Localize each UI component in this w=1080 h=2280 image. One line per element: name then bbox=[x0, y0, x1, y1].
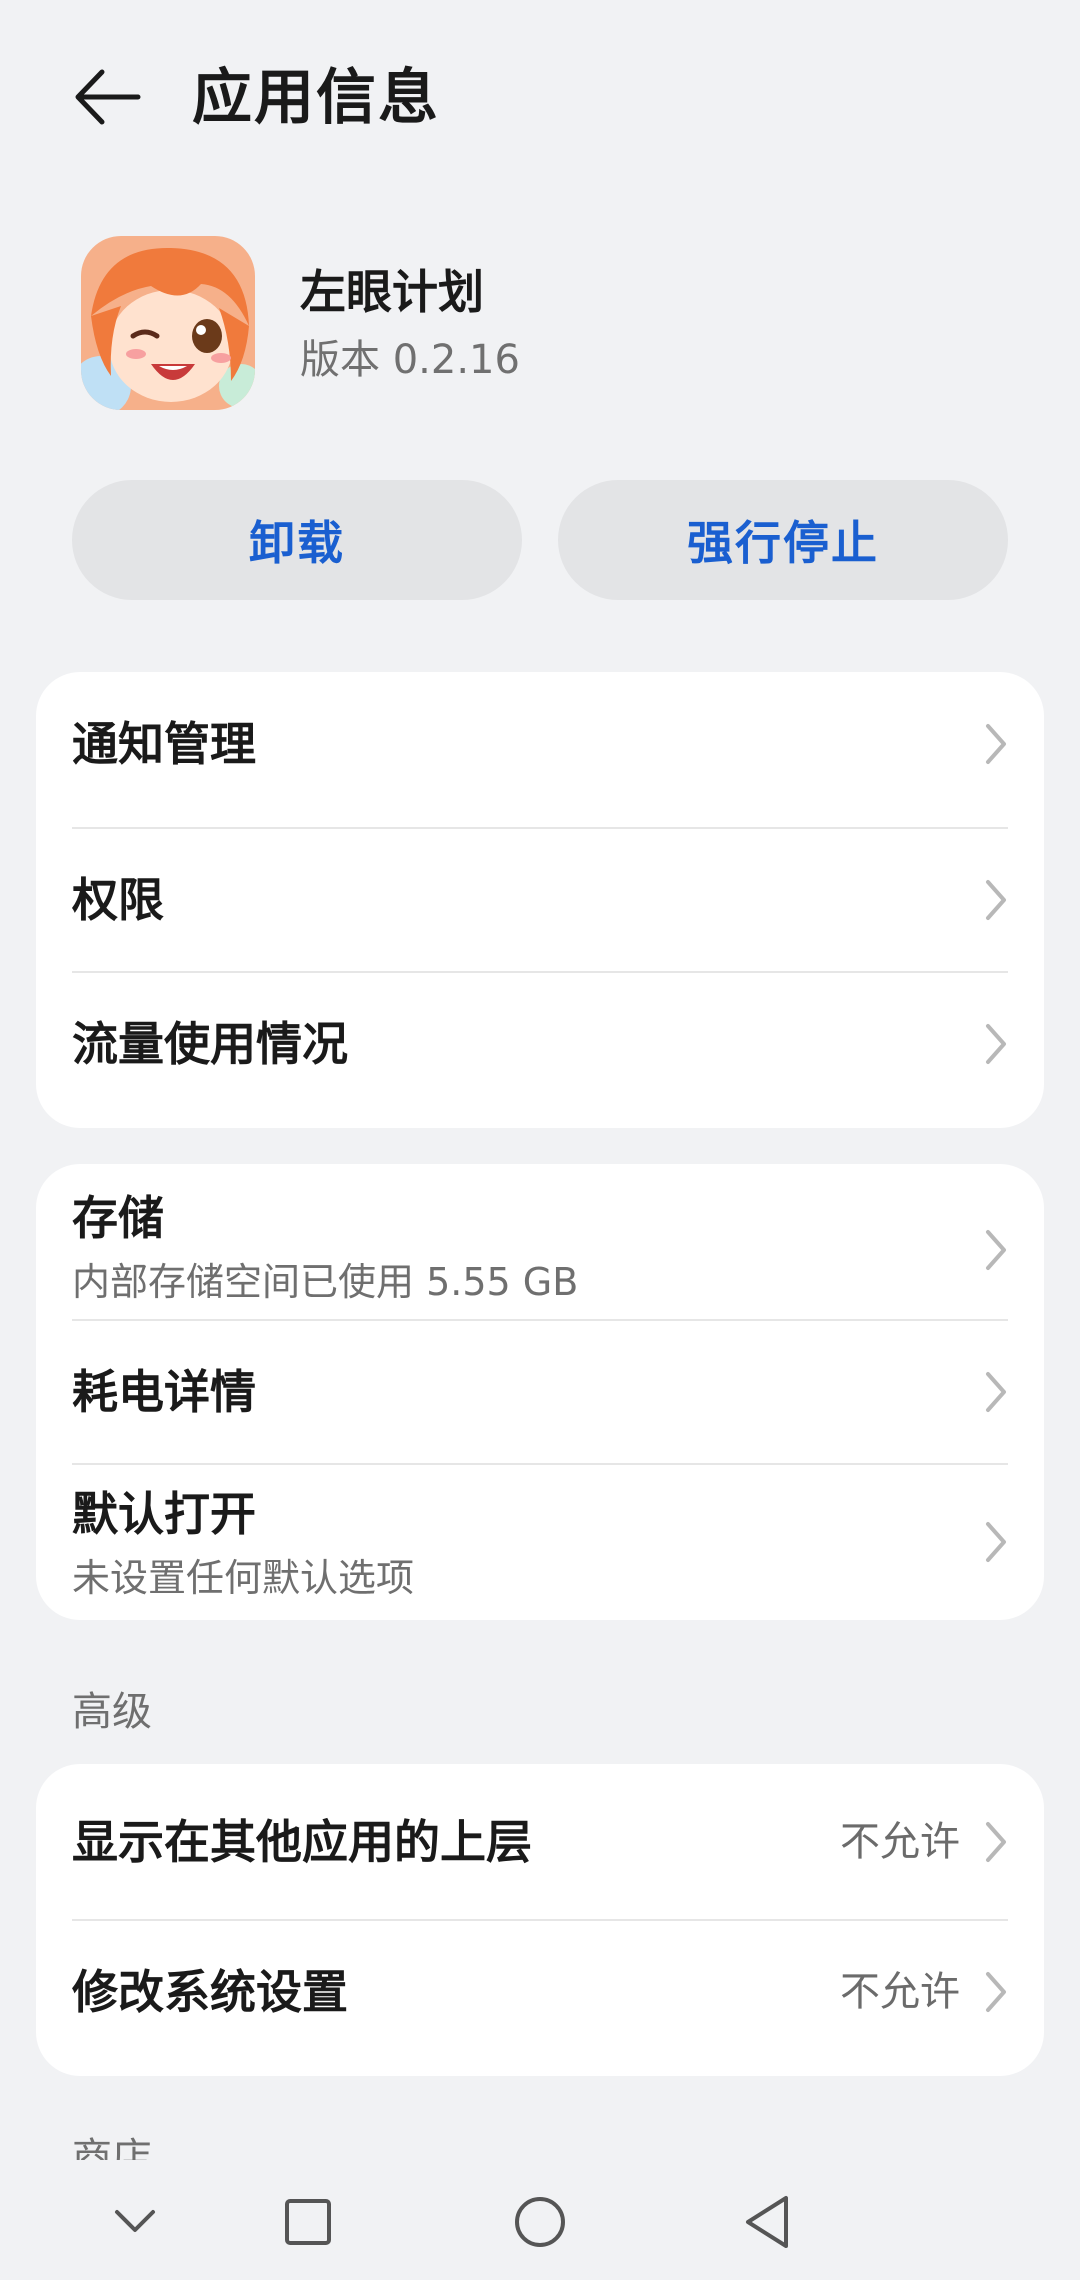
list-item-subtitle: 内部存储空间已使用 5.55 GB bbox=[72, 1260, 579, 1304]
collapse-button[interactable] bbox=[95, 2182, 175, 2262]
chevron-right-icon bbox=[986, 1972, 1006, 2012]
chevron-right-icon bbox=[986, 880, 1006, 920]
system-navigation-bar bbox=[0, 2160, 1080, 2280]
list-item-open-by-default[interactable]: 默认打开 未设置任何默认选项 bbox=[36, 1464, 1044, 1620]
page-title: 应用信息 bbox=[192, 63, 440, 133]
recents-button[interactable] bbox=[268, 2182, 348, 2262]
square-icon bbox=[285, 2199, 331, 2245]
list-item-modify-system-settings[interactable]: 修改系统设置 不允许 bbox=[36, 1920, 1044, 2076]
list-item-title: 权限 bbox=[72, 873, 164, 927]
settings-card-storage: 存储 内部存储空间已使用 5.55 GB 耗电详情 默认打开 未设置任何默认选项 bbox=[36, 1164, 1044, 1620]
app-info-page: 应用信息 左眼计划 版本 0.2.16 卸载 强行停止 通知管理 权限 流量使用… bbox=[0, 0, 1080, 2280]
uninstall-button[interactable]: 卸载 bbox=[72, 480, 522, 600]
back-nav-button[interactable] bbox=[728, 2182, 808, 2262]
list-item-data-usage[interactable]: 流量使用情况 bbox=[36, 972, 1044, 1128]
home-button[interactable] bbox=[500, 2182, 580, 2262]
header: 应用信息 bbox=[0, 0, 1080, 200]
chevron-right-icon bbox=[986, 1522, 1006, 1562]
app-icon bbox=[81, 236, 255, 410]
arrow-left-icon bbox=[75, 69, 141, 125]
list-item-title: 耗电详情 bbox=[72, 1365, 256, 1419]
list-item-notification-management[interactable]: 通知管理 bbox=[36, 672, 1044, 816]
app-version: 版本 0.2.16 bbox=[300, 337, 520, 383]
settings-card-general: 通知管理 权限 流量使用情况 bbox=[36, 672, 1044, 1128]
list-item-battery-details[interactable]: 耗电详情 bbox=[36, 1320, 1044, 1464]
list-item-title: 显示在其他应用的上层 bbox=[72, 1815, 532, 1869]
list-item-display-over-other-apps[interactable]: 显示在其他应用的上层 不允许 bbox=[36, 1764, 1044, 1920]
chevron-right-icon bbox=[986, 1822, 1006, 1862]
triangle-back-icon bbox=[746, 2196, 788, 2248]
list-item-title: 修改系统设置 bbox=[72, 1965, 348, 2019]
settings-card-advanced: 显示在其他应用的上层 不允许 修改系统设置 不允许 bbox=[36, 1764, 1044, 2076]
chevron-right-icon bbox=[986, 1230, 1006, 1270]
chevron-down-icon bbox=[115, 2210, 155, 2232]
app-name: 左眼计划 bbox=[300, 265, 484, 319]
list-item-title: 存储 bbox=[72, 1191, 164, 1245]
list-item-value: 不允许 bbox=[840, 1819, 960, 1865]
list-item-storage[interactable]: 存储 内部存储空间已使用 5.55 GB bbox=[36, 1164, 1044, 1320]
force-stop-button[interactable]: 强行停止 bbox=[558, 480, 1008, 600]
chevron-right-icon bbox=[986, 724, 1006, 764]
chevron-right-icon bbox=[986, 1024, 1006, 1064]
back-button[interactable] bbox=[58, 50, 158, 150]
list-item-permissions[interactable]: 权限 bbox=[36, 828, 1044, 972]
section-label-advanced: 高级 bbox=[72, 1689, 152, 1735]
list-item-subtitle: 未设置任何默认选项 bbox=[72, 1556, 415, 1600]
list-item-title: 通知管理 bbox=[72, 717, 256, 771]
circle-icon bbox=[515, 2197, 565, 2247]
section-label-store: 商店 bbox=[72, 2135, 152, 2160]
list-item-title: 默认打开 bbox=[72, 1487, 256, 1541]
list-item-value: 不允许 bbox=[840, 1969, 960, 2015]
chevron-right-icon bbox=[986, 1372, 1006, 1412]
list-item-title: 流量使用情况 bbox=[72, 1017, 348, 1071]
